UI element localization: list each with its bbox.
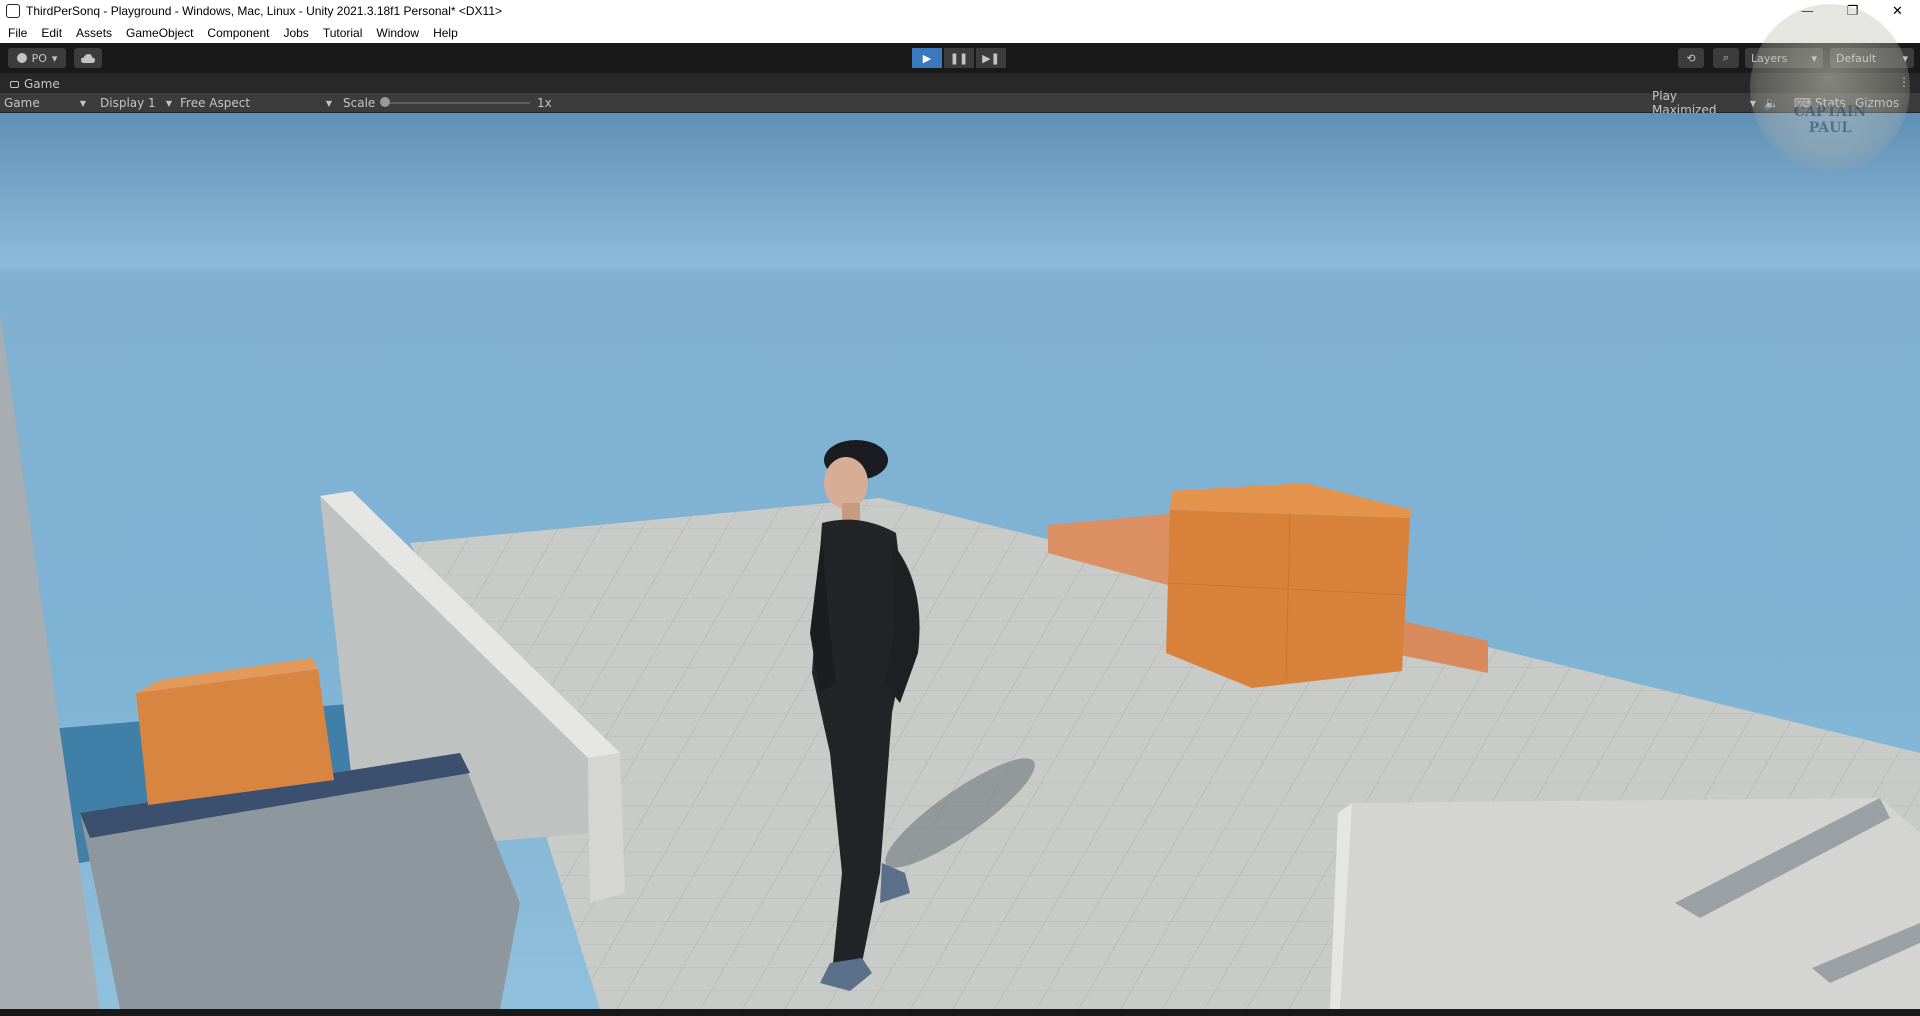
layout-dropdown[interactable]: Default ▾ — [1830, 48, 1914, 68]
chevron-down-icon: ▾ — [1902, 51, 1908, 65]
status-bar — [0, 1009, 1920, 1016]
wall-front — [588, 753, 625, 903]
menu-component[interactable]: Component — [199, 26, 275, 40]
view-mode-label: Game — [4, 96, 40, 110]
menu-edit[interactable]: Edit — [33, 26, 68, 40]
maximize-button[interactable]: ❐ — [1830, 0, 1875, 22]
stats-toggle[interactable]: Stats — [1815, 95, 1846, 111]
play-button[interactable]: ▶ — [912, 48, 942, 68]
menu-help[interactable]: Help — [425, 26, 464, 40]
menu-window[interactable]: Window — [368, 26, 425, 40]
play-mode-dropdown[interactable]: Play Maximized ▼ — [1652, 89, 1756, 117]
chevron-down-icon: ▾ — [51, 51, 58, 65]
window-controls: — ❐ ✕ — [1785, 0, 1920, 22]
menu-assets[interactable]: Assets — [68, 26, 118, 40]
menu-tutorial[interactable]: Tutorial — [315, 26, 369, 40]
menu-bar: File Edit Assets GameObject Component Jo… — [0, 22, 1920, 43]
cloud-icon — [81, 53, 95, 63]
search-button[interactable]: ⌕ — [1713, 48, 1739, 68]
scene-render — [0, 113, 1920, 1009]
aspect-dropdown[interactable]: Free Aspect ▼ — [180, 95, 332, 111]
pause-button[interactable]: ❚❚ — [944, 48, 974, 68]
history-icon: ⟲ — [1686, 51, 1696, 65]
chevron-down-icon: ▾ — [1811, 51, 1817, 65]
gamepad-icon — [10, 80, 19, 88]
main-toolbar: PO ▾ ▶ ❚❚ ▶❚ ⟲ ⌕ Layers ▾ Default ▾ — [0, 43, 1920, 73]
keyboard-icon[interactable]: ⌨ — [1794, 95, 1811, 111]
scale-slider-track[interactable] — [382, 102, 530, 104]
scale-value: 1x — [537, 96, 552, 110]
scale-label: Scale — [343, 96, 376, 110]
minimize-button[interactable]: — — [1785, 0, 1830, 22]
playmode-controls: ▶ ❚❚ ▶❚ — [912, 48, 1006, 68]
chevron-down-icon: ▼ — [165, 98, 172, 108]
account-icon — [16, 53, 27, 63]
chevron-down-icon: ▼ — [79, 98, 86, 108]
chevron-down-icon: ▼ — [1749, 98, 1756, 108]
layers-label: Layers — [1751, 51, 1788, 65]
panel-tab-strip: Game ⋮ — [0, 73, 1920, 93]
menu-gameobject[interactable]: GameObject — [118, 26, 199, 40]
cloud-button[interactable] — [74, 48, 102, 68]
game-view-toolbar: Game ▼ Display 1 ▼ Free Aspect ▼ Scale 1… — [0, 89, 1920, 117]
window-title-bar: ThirdPerSonq - Playground - Windows, Mac… — [0, 0, 1920, 22]
view-mode-dropdown[interactable]: Game ▼ — [4, 95, 86, 111]
layers-dropdown[interactable]: Layers ▾ — [1745, 48, 1823, 68]
menu-file[interactable]: File — [0, 26, 33, 40]
tab-game-label: Game — [24, 77, 60, 91]
search-icon: ⌕ — [1722, 51, 1730, 64]
close-button[interactable]: ✕ — [1875, 0, 1920, 22]
panel-menu-icon[interactable]: ⋮ — [1898, 75, 1910, 89]
gizmos-toggle[interactable]: Gizmos — [1855, 95, 1899, 111]
undo-history-button[interactable]: ⟲ — [1678, 48, 1704, 68]
chevron-down-icon: ▼ — [325, 98, 332, 108]
step-button[interactable]: ▶❚ — [976, 48, 1006, 68]
window-title: ThirdPerSonq - Playground - Windows, Mac… — [26, 4, 503, 18]
mute-audio-icon[interactable]: 🔈 — [1764, 95, 1779, 111]
game-viewport[interactable] — [0, 113, 1920, 1009]
account-label: PO — [31, 51, 47, 65]
unity-app-icon — [6, 4, 20, 18]
display-label: Display 1 — [100, 96, 156, 110]
account-dropdown[interactable]: PO ▾ — [8, 48, 66, 68]
menu-jobs[interactable]: Jobs — [275, 26, 314, 40]
layout-label: Default — [1836, 51, 1877, 65]
scale-slider-handle[interactable] — [380, 97, 390, 107]
tab-game[interactable]: Game — [4, 75, 66, 93]
display-dropdown[interactable]: Display 1 ▼ — [100, 95, 172, 111]
aspect-label: Free Aspect — [180, 96, 251, 110]
